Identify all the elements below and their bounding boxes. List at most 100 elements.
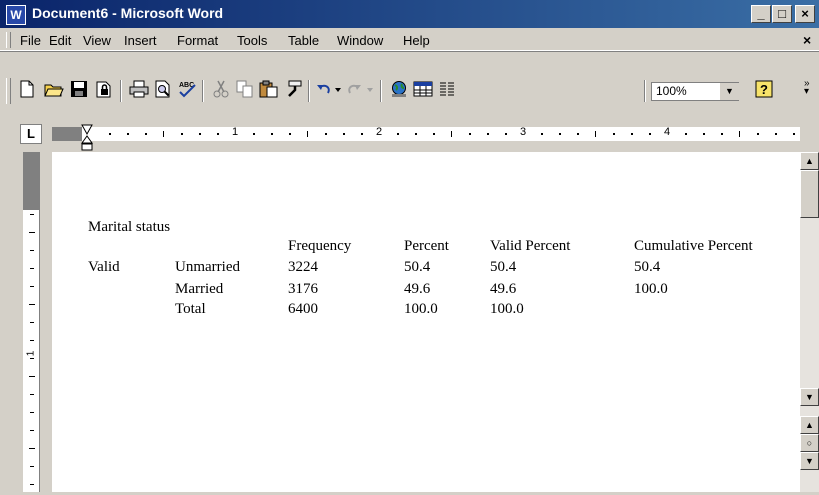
ruler-half-tick [595, 131, 596, 137]
web-icon[interactable] [388, 80, 410, 102]
ruler-dot [199, 133, 201, 135]
ruler-dot [613, 133, 615, 135]
toolbar-separator [308, 80, 310, 102]
previous-page-button[interactable]: ▲ [800, 416, 819, 434]
header-percent: Percent [404, 238, 449, 254]
row-label: Married [175, 281, 224, 297]
ruler-left-margin [52, 127, 82, 141]
group-label: Valid [88, 259, 120, 275]
menu-help[interactable]: Help [403, 33, 430, 48]
ruler-dot [289, 133, 291, 135]
next-page-button[interactable]: ▼ [800, 452, 819, 470]
ruler-dot [253, 133, 255, 135]
new-document-icon[interactable] [16, 80, 38, 102]
row-label: Unmarried [175, 259, 240, 275]
ruler-half-tick [451, 131, 452, 137]
menu-insert[interactable]: Insert [124, 33, 157, 48]
word-app-icon[interactable]: W [6, 5, 26, 25]
cut-icon[interactable] [210, 80, 232, 102]
cell-valid-percent: 50.4 [490, 259, 517, 275]
ruler-dot [415, 133, 417, 135]
chevron-down-icon[interactable]: ▼ [719, 83, 739, 100]
menu-window[interactable]: Window [337, 33, 383, 48]
header-frequency: Frequency [288, 238, 352, 254]
horizontal-ruler[interactable]: 1 2 3 4 [82, 127, 800, 141]
toolbar-separator [644, 80, 646, 102]
vertical-ruler-margin [23, 152, 39, 210]
toolbar-separator [120, 80, 122, 102]
vertical-ruler-tick [30, 394, 34, 395]
ruler-dot [685, 133, 687, 135]
undo-icon[interactable] [314, 80, 344, 102]
ruler-half-tick [163, 131, 164, 137]
open-folder-icon[interactable] [43, 80, 65, 102]
ruler-dot [145, 133, 147, 135]
paste-icon[interactable] [258, 80, 280, 102]
copy-icon[interactable] [234, 80, 256, 102]
toolbar-grip[interactable] [6, 78, 11, 104]
ruler-dot [505, 133, 507, 135]
vertical-ruler-tick [30, 358, 34, 359]
menu-table[interactable]: Table [288, 33, 319, 48]
toolbar-separator [202, 80, 204, 102]
document-close-button[interactable]: × [803, 32, 817, 48]
close-button[interactable]: × [795, 5, 815, 23]
header-valid-percent: Valid Percent [490, 238, 571, 254]
document-page[interactable]: Marital status Frequency Percent Valid P… [52, 152, 800, 492]
toolbar-options-icon[interactable]: » ▾ [804, 79, 810, 97]
redo-icon[interactable] [346, 80, 376, 102]
format-painter-icon[interactable] [282, 80, 304, 102]
cell-percent: 100.0 [404, 301, 438, 317]
maximize-button[interactable]: □ [772, 5, 792, 23]
menu-tools[interactable]: Tools [237, 33, 267, 48]
insert-table-icon[interactable] [412, 80, 434, 102]
scroll-down-button[interactable]: ▼ [800, 388, 819, 406]
ruler-dot [109, 133, 111, 135]
row-label: Total [175, 301, 206, 317]
scroll-thumb[interactable] [800, 170, 819, 218]
ruler-dot [793, 133, 795, 135]
ruler-dot [127, 133, 129, 135]
ruler-number: 2 [376, 127, 383, 138]
menu-file[interactable]: File [20, 33, 41, 48]
vertical-ruler-tick [30, 322, 34, 323]
ruler-dot [721, 133, 723, 135]
cell-valid-percent: 100.0 [490, 301, 524, 317]
toolbar-separator [380, 80, 382, 102]
minimize-button[interactable]: _ [751, 5, 771, 23]
select-browse-object-button[interactable]: ○ [800, 434, 819, 452]
ruler-number: 4 [664, 127, 671, 138]
scroll-up-button[interactable]: ▲ [800, 152, 819, 170]
menu-grip[interactable] [6, 32, 11, 48]
menu-view[interactable]: View [83, 33, 111, 48]
vertical-ruler-tick [29, 232, 35, 233]
vertical-ruler-number: 1 [25, 350, 37, 357]
menu-format[interactable]: Format [177, 33, 218, 48]
ruler-dot [703, 133, 705, 135]
help-icon[interactable]: ? [753, 80, 775, 102]
ruler-dot [181, 133, 183, 135]
menu-edit[interactable]: Edit [49, 33, 71, 48]
cell-cumulative: 100.0 [634, 281, 668, 297]
ruler-dot [325, 133, 327, 135]
vertical-ruler-tick [29, 376, 35, 377]
vertical-ruler-tick [30, 412, 34, 413]
columns-icon[interactable] [436, 80, 458, 102]
print-icon[interactable] [128, 80, 150, 102]
ruler-dot [487, 133, 489, 135]
ruler-dot [469, 133, 471, 135]
svg-text:?: ? [760, 82, 768, 97]
save-icon[interactable] [68, 80, 90, 102]
print-preview-icon[interactable] [152, 80, 174, 102]
indent-markers[interactable] [81, 124, 93, 152]
vertical-ruler-tick [30, 430, 34, 431]
permission-icon[interactable] [93, 80, 115, 102]
window-title: Document6 - Microsoft Word [32, 5, 224, 21]
spelling-icon[interactable]: ABC [176, 80, 198, 102]
cell-frequency: 3176 [288, 281, 318, 297]
tab-selector[interactable]: L [20, 124, 42, 144]
ruler-number: 1 [232, 127, 239, 138]
vertical-ruler-tick [29, 304, 35, 305]
ruler-dot [397, 133, 399, 135]
ruler-dot [541, 133, 543, 135]
